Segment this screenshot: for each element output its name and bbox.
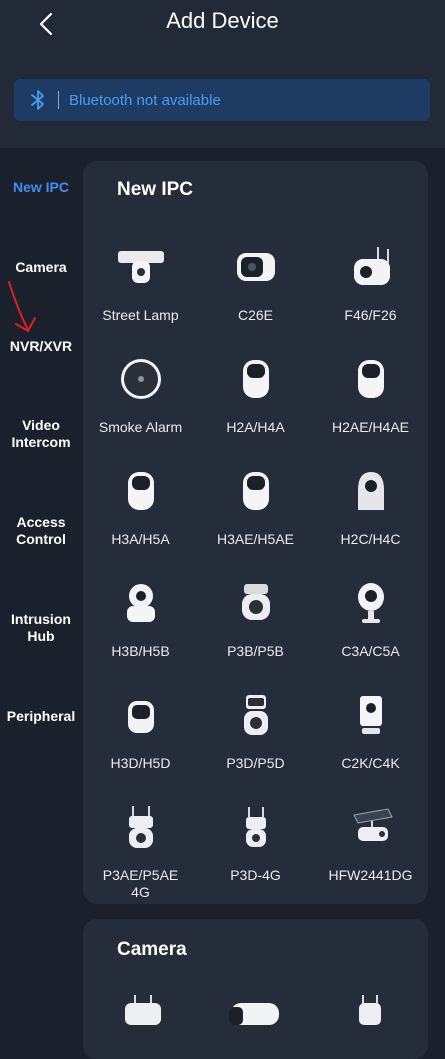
bluetooth-status-text: Bluetooth not available [69,91,221,109]
device-label: F46/F26 [344,307,397,323]
cube-camera-icon [341,573,401,633]
device-c3a-c5a[interactable]: C3A/C5A [313,573,428,660]
section-title: Camera [117,939,187,960]
device-label: C2K/C4K [341,755,400,771]
bullet-camera-icon [226,237,286,297]
device-label: P3B/P5B [227,643,284,659]
device-smoke-alarm[interactable]: Smoke Alarm [83,349,198,436]
indoor-camera-icon [341,461,401,521]
device-h3b-h5b[interactable]: H3B/H5B [83,573,198,660]
indoor-camera-icon [111,461,171,521]
indoor-camera-icon [226,349,286,409]
header: Add Device Bluetooth not available [0,0,445,148]
device-label: H3D/H5D [110,755,171,771]
device-label: P3D-4G [230,867,281,883]
device-label: H2C/H4C [340,531,401,547]
pan-tilt-camera-icon [111,685,171,745]
device-p3b-p5b[interactable]: P3B/P5B [198,573,313,660]
wifi-camera-icon [341,237,401,297]
sidebar-item-peripheral[interactable]: Peripheral [0,708,82,725]
device-hfw2441dg[interactable]: HFW2441DG [313,797,428,884]
device-street-lamp[interactable]: Street Lamp [83,237,198,324]
annotation-arrow-icon [8,281,36,332]
sidebar-item-access-control[interactable]: Access Control [0,514,82,548]
device-c2k-c4k[interactable]: C2K/C4K [313,685,428,772]
device-p3ae-p5ae-4g[interactable]: P3AE/P5AE 4G [83,797,198,901]
sidebar-item-label: NVR/XVR [9,338,73,354]
solar-camera-icon [341,797,401,857]
sidebar-item-label: Peripheral [6,708,76,724]
device-label: C26E [237,307,274,323]
sidebar-item-video-intercom[interactable]: Video Intercom [0,417,82,451]
pan-tilt-camera-icon [111,573,171,633]
indoor-camera-icon [341,349,401,409]
device-h3ae-h5ae[interactable]: H3AE/H5AE [198,461,313,548]
device-label: C3A/C5A [341,643,400,659]
street-lamp-camera-icon [111,237,171,297]
sidebar-item-nvr-xvr[interactable]: NVR/XVR [0,338,82,355]
section-title: New IPC [117,179,194,200]
device-h3d-h5d[interactable]: H3D/H5D [83,685,198,772]
device-h2a-h4a[interactable]: H2A/H4A [198,349,313,436]
device-h2ae-h4ae[interactable]: H2AE/H4AE [313,349,428,436]
device-h2c-h4c[interactable]: H2C/H4C [313,461,428,548]
device-p3d-4g[interactable]: P3D-4G [198,797,313,884]
sidebar-item-label: Video Intercom [11,417,71,450]
outdoor-ptz-camera-icon [111,797,171,857]
sidebar-item-label: Intrusion Hub [11,611,71,644]
bluetooth-icon [28,89,48,111]
page-title: Add Device [166,8,279,33]
bluetooth-status-banner: Bluetooth not available [14,79,430,121]
device-label: P3AE/P5AE 4G [102,867,179,900]
device-label: H3AE/H5AE [216,531,295,547]
sidebar-item-intrusion-hub[interactable]: Intrusion Hub [0,611,82,645]
section-card-new-ipc: New IPC Street Lamp C26E F46/F26 Smoke A… [83,161,428,904]
sidebar-item-label: Access Control [16,514,66,547]
device-label: P3D/P5D [226,755,285,771]
device-label: Smoke Alarm [98,419,183,435]
device-label: Street Lamp [102,307,179,323]
outdoor-ptz-camera-icon [226,573,286,633]
device-f46-f26[interactable]: F46/F26 [313,237,428,324]
bullet-camera-icon [227,999,283,1030]
cube-camera-icon [341,685,401,745]
device-label: HFW2441DG [328,867,413,883]
sidebar-item-new-ipc[interactable]: New IPC [0,179,82,196]
section-card-camera: Camera [83,919,428,1059]
device-c26e[interactable]: C26E [198,237,313,324]
device-label: H3B/H5B [111,643,170,659]
outdoor-camera-icon [355,995,385,1030]
device-label: H2A/H4A [226,419,285,435]
indoor-camera-icon [226,461,286,521]
device-label: H3A/H5A [111,531,170,547]
outdoor-ptz-camera-icon [226,685,286,745]
device-p3d-p5d[interactable]: P3D/P5D [198,685,313,772]
device-label: H2AE/H4AE [331,419,410,435]
smoke-alarm-icon [111,349,171,409]
divider [58,91,59,109]
sidebar-item-label: Camera [15,259,67,275]
sidebar-item-camera[interactable]: Camera [0,259,82,276]
sidebar-item-label: New IPC [12,179,69,195]
outdoor-ptz-camera-icon [226,797,286,857]
outdoor-camera-icon [119,995,167,1030]
device-h3a-h5a[interactable]: H3A/H5A [83,461,198,548]
